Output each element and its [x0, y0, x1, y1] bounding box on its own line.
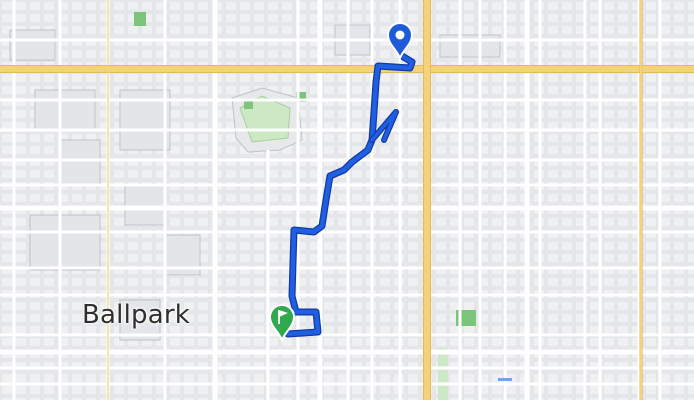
- map-view[interactable]: Ballpark: [0, 0, 694, 400]
- map-canvas[interactable]: [0, 0, 694, 400]
- place-label-ballpark: Ballpark: [82, 300, 190, 330]
- ballpark-stadium: [231, 87, 303, 153]
- water-feature: [498, 378, 512, 381]
